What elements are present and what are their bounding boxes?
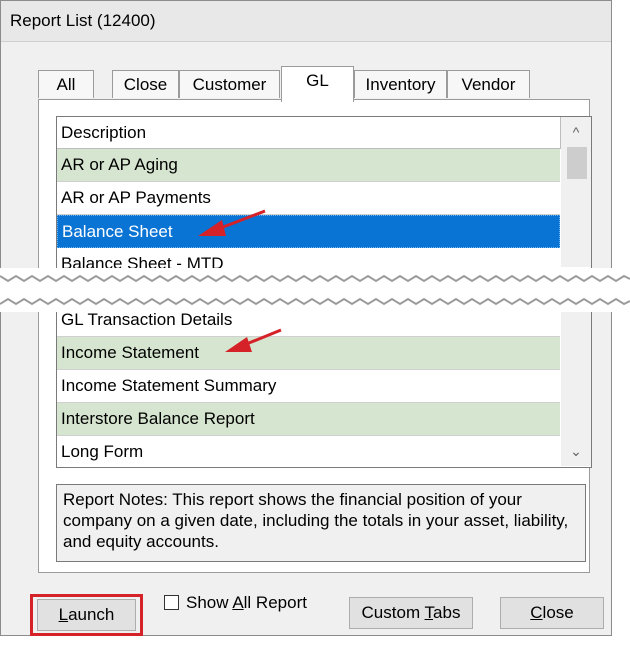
show-all-checkbox[interactable]	[164, 595, 179, 610]
custom-tabs-button[interactable]: Custom Tabs	[349, 597, 473, 629]
report-notes: Report Notes: This report shows the fina…	[56, 484, 586, 562]
arrow-icon	[198, 209, 266, 236]
arrow-icon	[225, 328, 282, 352]
close-button[interactable]: Close	[500, 597, 604, 629]
show-all-label[interactable]: Show All Report	[186, 593, 307, 613]
tab-gl[interactable]: GL	[281, 66, 354, 102]
launch-button[interactable]: Launch	[37, 599, 136, 631]
